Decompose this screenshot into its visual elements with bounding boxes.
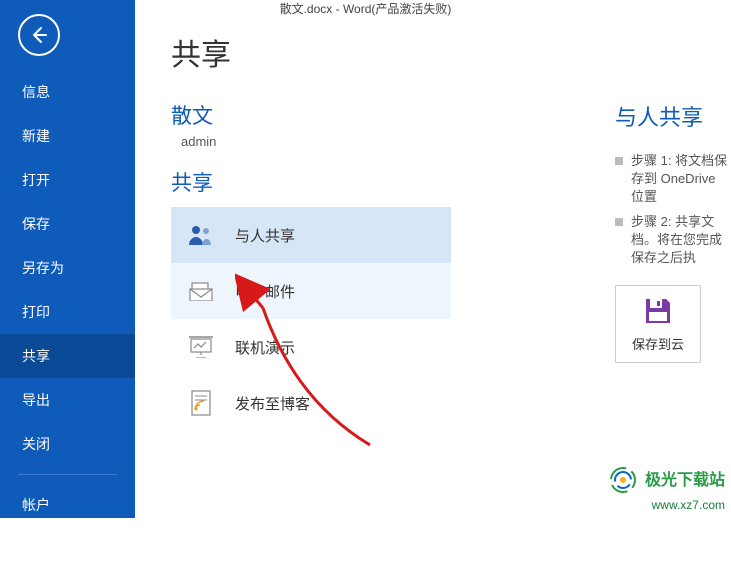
share-right-panel: 与人共享 步骤 1: 将文档保存到 OneDrive 位置 步骤 2: 共享文档… <box>615 100 731 363</box>
envelope-icon <box>185 281 217 301</box>
share-option-label: 电子邮件 <box>235 281 295 302</box>
save-icon <box>643 296 673 326</box>
sidebar-item-options[interactable]: 选项 <box>0 527 135 571</box>
sidebar-separator <box>18 474 117 475</box>
save-to-cloud-label: 保存到云 <box>632 334 684 353</box>
document-name: 散文 <box>171 100 451 130</box>
share-option-present-online[interactable]: 联机演示 <box>171 319 451 375</box>
back-button[interactable] <box>18 14 60 56</box>
step-text: 步骤 2: 共享文档。将在您完成保存之后执 <box>631 213 731 268</box>
watermark: 极光下载站 www.xz7.com <box>609 466 725 512</box>
blog-icon <box>185 390 217 416</box>
bullet-icon <box>615 218 623 226</box>
share-step-2: 步骤 2: 共享文档。将在您完成保存之后执 <box>615 213 731 268</box>
backstage-sidebar: 信息 新建 打开 保存 另存为 打印 共享 导出 关闭 帐户 选项 <box>0 0 135 518</box>
people-icon <box>185 224 217 246</box>
share-step-1: 步骤 1: 将文档保存到 OneDrive 位置 <box>615 152 731 207</box>
share-option-label: 与人共享 <box>235 225 295 246</box>
back-arrow-icon <box>30 26 48 44</box>
watermark-url: www.xz7.com <box>652 498 725 512</box>
watermark-title: 极光下载站 <box>645 472 725 489</box>
watermark-logo-icon <box>609 466 637 497</box>
content-area: 共享 散文 admin 共享 与人共享 <box>135 0 731 518</box>
step-text: 步骤 1: 将文档保存到 OneDrive 位置 <box>631 152 731 207</box>
sidebar-item-saveas[interactable]: 另存为 <box>0 246 135 290</box>
share-option-label: 发布至博客 <box>235 393 310 414</box>
sidebar-item-new[interactable]: 新建 <box>0 114 135 158</box>
presentation-icon <box>185 336 217 358</box>
share-option-email[interactable]: 电子邮件 <box>171 263 451 319</box>
sidebar-item-share[interactable]: 共享 <box>0 334 135 378</box>
sidebar-item-save[interactable]: 保存 <box>0 202 135 246</box>
share-options-list: 与人共享 电子邮件 <box>171 207 451 431</box>
share-option-publish-blog[interactable]: 发布至博客 <box>171 375 451 431</box>
sidebar-item-open[interactable]: 打开 <box>0 158 135 202</box>
document-author: admin <box>181 134 451 149</box>
right-panel-heading: 与人共享 <box>615 100 731 132</box>
page-title: 共享 <box>171 30 731 74</box>
share-left-column: 散文 admin 共享 与人共享 <box>171 100 451 431</box>
bullet-icon <box>615 157 623 165</box>
sidebar-item-info[interactable]: 信息 <box>0 70 135 114</box>
sidebar-item-export[interactable]: 导出 <box>0 378 135 422</box>
share-section-title: 共享 <box>171 167 451 197</box>
share-option-with-people[interactable]: 与人共享 <box>171 207 451 263</box>
sidebar-item-close[interactable]: 关闭 <box>0 422 135 466</box>
sidebar-item-account[interactable]: 帐户 <box>0 483 135 527</box>
share-option-label: 联机演示 <box>235 337 295 358</box>
sidebar-item-print[interactable]: 打印 <box>0 290 135 334</box>
save-to-cloud-button[interactable]: 保存到云 <box>615 285 701 363</box>
